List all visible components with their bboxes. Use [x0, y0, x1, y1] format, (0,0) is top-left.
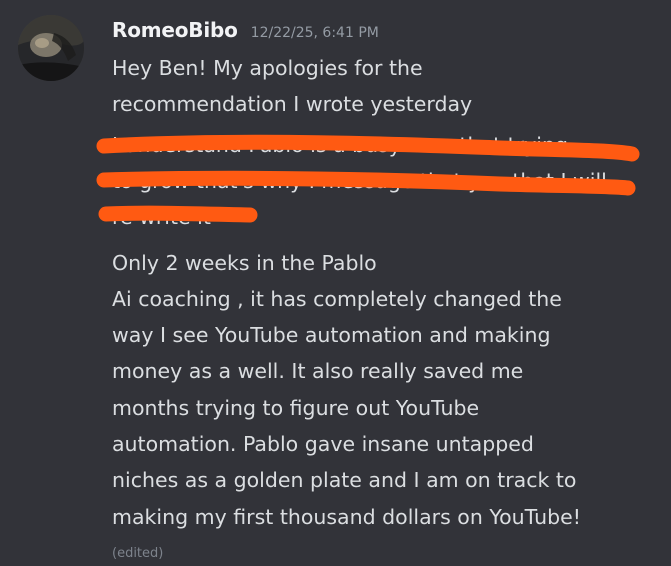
username[interactable]: RomeoBibo: [112, 18, 238, 42]
message-line: Ai coaching , it has completely changed …: [112, 287, 562, 311]
message-line: months trying to figure out YouTube: [112, 396, 480, 420]
message-line: making my first thousand dollars on YouT…: [112, 505, 581, 529]
message-timestamp[interactable]: 12/22/25, 6:41 PM: [251, 25, 379, 41]
redacted-line: to grow that's why I message that you th…: [112, 169, 607, 193]
message-line: money as a well. It also really saved me: [112, 359, 524, 383]
message-line: Hey Ben! My apologies for the: [112, 56, 423, 80]
message-line: automation. Pablo gave insane untapped: [112, 432, 534, 456]
message-line: recommendation I wrote yesterday: [112, 92, 473, 116]
chat-message: RomeoBibo 12/22/25, 6:41 PM Hey Ben! My …: [0, 0, 671, 566]
message-line: way I see YouTube automation and making: [112, 323, 551, 347]
user-avatar[interactable]: [18, 15, 84, 81]
message-line: Only 2 weeks in the Pablo: [112, 251, 377, 275]
edited-label: (edited): [112, 546, 164, 561]
avatar-photo-icon: [18, 15, 84, 81]
redacted-line: re write it: [112, 205, 211, 229]
redacted-line: I understand Pablo is a busy man that tr…: [112, 133, 568, 157]
message-line: niches as a golden plate and I am on tra…: [112, 468, 577, 492]
message-header: RomeoBibo 12/22/25, 6:41 PM: [112, 18, 379, 48]
